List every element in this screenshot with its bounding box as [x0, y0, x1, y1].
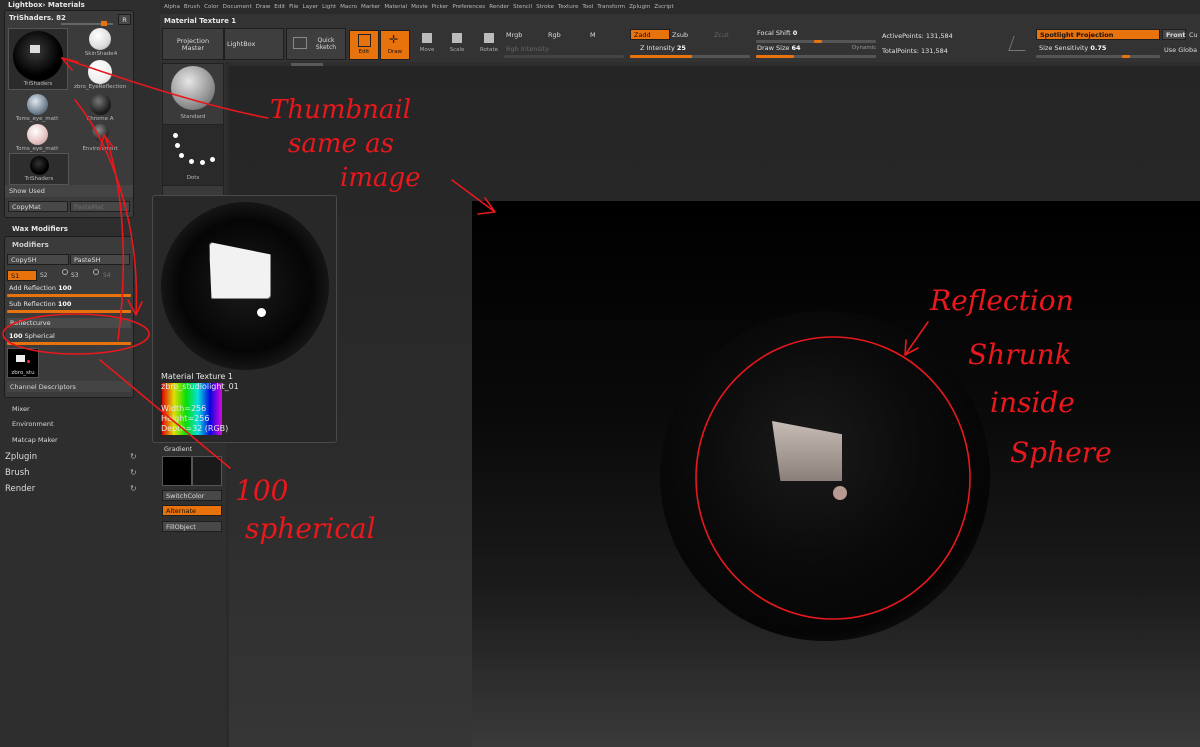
reflection-note-line4: Sphere — [1010, 436, 1112, 469]
spherical-pointer-line — [99, 359, 231, 469]
annotation-layer: Thumbnail same as image Reflection Shrun… — [2, 57, 1112, 620]
spherical-circle — [2, 313, 150, 355]
spherical-arrowhead — [127, 299, 143, 316]
curve-up-arrow — [103, 134, 125, 341]
thumbnail-arrowhead — [61, 57, 79, 71]
thumbnail-note-line2: same as — [288, 129, 394, 159]
thumbnail-note-line3: image — [340, 163, 421, 193]
image-arrow — [451, 179, 496, 215]
reflection-arrow — [904, 321, 929, 356]
thumbnail-arrow — [61, 57, 269, 119]
reflection-note-line2: Shrunk — [968, 338, 1072, 371]
reflection-circle — [695, 336, 971, 620]
reflection-note-line1: Reflection — [929, 284, 1074, 317]
spherical-note-line2: spherical — [245, 512, 376, 545]
curve-to-spherical-arrow — [74, 99, 138, 316]
spherical-note-line1: 100 — [235, 474, 288, 507]
reflection-note-line3: inside — [990, 386, 1075, 419]
thumbnail-note-line1: Thumbnail — [270, 95, 411, 125]
